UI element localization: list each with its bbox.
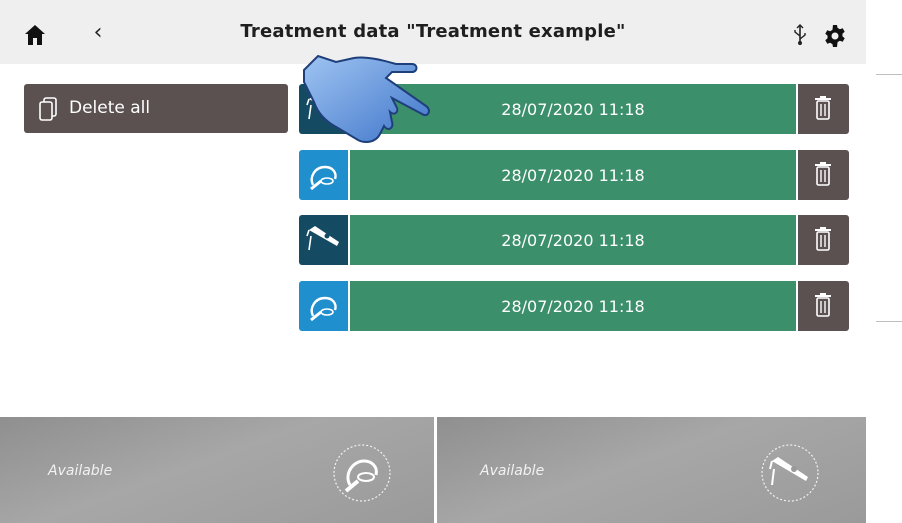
- trash-icon[interactable]: [798, 84, 849, 134]
- gear-icon[interactable]: [823, 24, 847, 48]
- slot-status: Available: [48, 463, 113, 479]
- delete-all-label: Delete all: [69, 98, 151, 118]
- treatment-row[interactable]: 28/07/2020 11:18: [299, 150, 849, 200]
- treatment-row[interactable]: 28/07/2020 11:18: [299, 215, 849, 265]
- slot-status: Available: [480, 463, 545, 479]
- usb-icon: [794, 24, 806, 45]
- trash-icon[interactable]: [798, 150, 849, 200]
- pointing-hand-icon: [303, 54, 430, 143]
- headset-icon: [299, 150, 348, 200]
- document-icon: [39, 97, 57, 121]
- headset-icon: [333, 444, 391, 502]
- treatment-timestamp[interactable]: 28/07/2020 11:18: [350, 215, 796, 265]
- treatment-timestamp[interactable]: 28/07/2020 11:18: [350, 150, 796, 200]
- headset-icon: [299, 281, 348, 331]
- divider-line: [876, 321, 902, 322]
- trash-icon[interactable]: [798, 281, 849, 331]
- trash-icon[interactable]: [798, 215, 849, 265]
- handpiece-icon: [299, 215, 348, 265]
- treatment-row[interactable]: 28/07/2020 11:18: [299, 281, 849, 331]
- divider-line: [876, 74, 902, 75]
- delete-all-button[interactable]: Delete all: [24, 84, 288, 133]
- device-slot-handpiece[interactable]: Available: [437, 417, 866, 523]
- handpiece-icon: [761, 444, 819, 502]
- device-slot-headset[interactable]: Available: [0, 417, 434, 523]
- treatment-timestamp[interactable]: 28/07/2020 11:18: [350, 281, 796, 331]
- page-title: Treatment data "Treatment example": [240, 21, 626, 42]
- device-screen: ‹ Treatment data "Treatment example" Del…: [0, 0, 866, 523]
